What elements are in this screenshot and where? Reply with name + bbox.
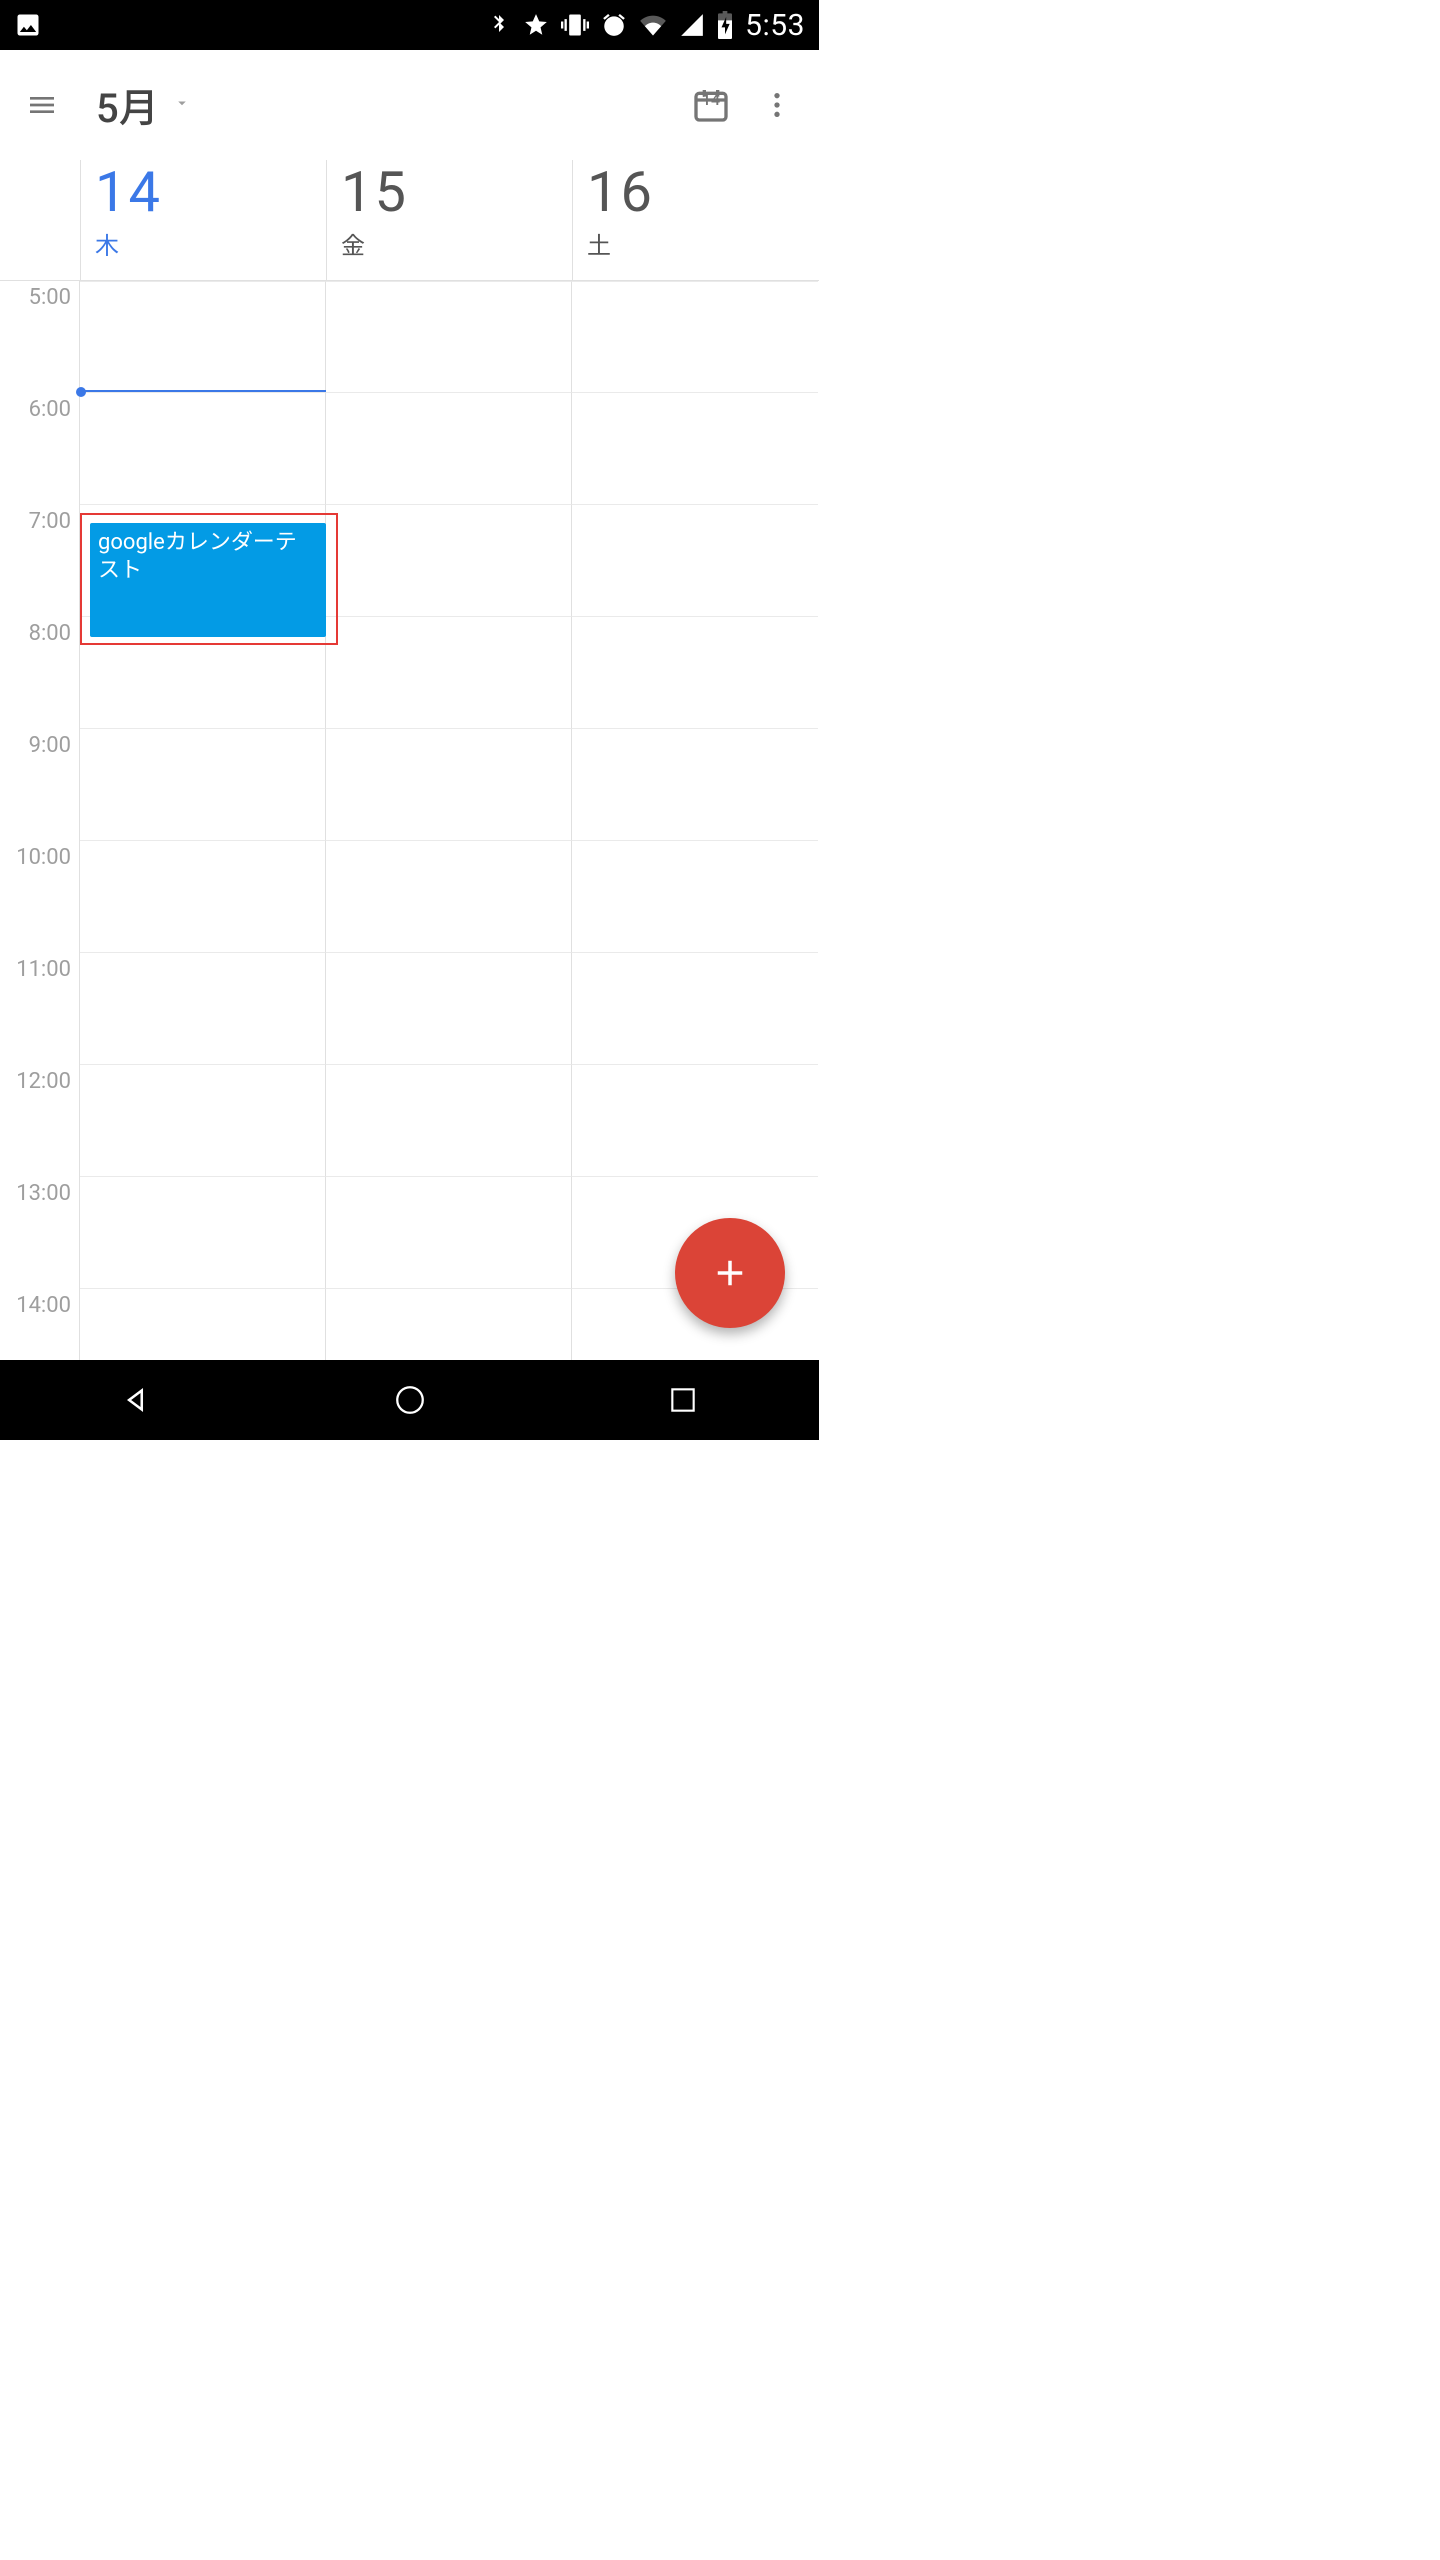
- hour-cell[interactable]: [326, 617, 572, 729]
- nav-recents-button[interactable]: [653, 1370, 713, 1430]
- battery-icon: [717, 11, 733, 39]
- day-header-row: 14 木 15 金 16 土: [0, 160, 819, 281]
- day-number: 16: [587, 164, 805, 220]
- vibrate-icon: [561, 11, 589, 39]
- hour-cell[interactable]: [572, 505, 818, 617]
- wifi-icon: [639, 11, 667, 39]
- day-number: 15: [341, 164, 558, 220]
- hour-cell[interactable]: [572, 729, 818, 841]
- hour-cell[interactable]: [80, 953, 326, 1065]
- overflow-menu-button[interactable]: [753, 81, 801, 129]
- status-clock: 5:53: [745, 8, 805, 43]
- alarm-icon: [601, 12, 627, 38]
- month-picker[interactable]: 5月: [96, 76, 191, 134]
- calendar-grid[interactable]: 5:006:007:008:009:0010:0011:0012:0013:00…: [0, 281, 819, 1361]
- day-header-16[interactable]: 16 土: [573, 160, 819, 280]
- nav-back-button[interactable]: [107, 1370, 167, 1430]
- hour-cell[interactable]: [326, 505, 572, 617]
- hour-label: 6:00: [0, 393, 80, 505]
- hour-cell[interactable]: [80, 281, 326, 393]
- hour-label: 7:00: [0, 505, 80, 617]
- day-number: 14: [95, 164, 312, 220]
- hour-cell[interactable]: [572, 841, 818, 953]
- hour-cell[interactable]: [326, 1065, 572, 1177]
- nav-home-button[interactable]: [380, 1370, 440, 1430]
- hour-row: 6:00: [0, 393, 819, 505]
- hour-row: 10:00: [0, 841, 819, 953]
- hour-cell[interactable]: [326, 729, 572, 841]
- hour-label: 14:00: [0, 1289, 80, 1361]
- create-event-fab[interactable]: [675, 1218, 785, 1328]
- jump-to-today-button[interactable]: 14: [687, 81, 735, 129]
- hour-cell[interactable]: [326, 1177, 572, 1289]
- hour-label: 9:00: [0, 729, 80, 841]
- bluetooth-icon: [487, 13, 511, 37]
- hour-cell[interactable]: [572, 393, 818, 505]
- hour-cell[interactable]: [326, 281, 572, 393]
- hour-label: 5:00: [0, 281, 80, 393]
- day-header-15[interactable]: 15 金: [327, 160, 573, 280]
- hour-cell[interactable]: [326, 1289, 572, 1361]
- dropdown-caret-icon: [173, 94, 191, 116]
- calendar-event[interactable]: googleカレンダーテスト: [90, 523, 326, 637]
- hour-cell[interactable]: [80, 1289, 326, 1361]
- hour-cell[interactable]: [80, 729, 326, 841]
- star-icon: [523, 12, 549, 38]
- status-picture-icon: [14, 11, 42, 39]
- hour-row: 5:00: [0, 281, 819, 393]
- hour-label: 8:00: [0, 617, 80, 729]
- app-bar: 5月 14: [0, 50, 819, 160]
- hour-label: 11:00: [0, 953, 80, 1065]
- current-time-indicator: [80, 390, 326, 392]
- hour-label: 12:00: [0, 1065, 80, 1177]
- hour-cell[interactable]: [80, 841, 326, 953]
- hour-cell[interactable]: [326, 841, 572, 953]
- hour-cell[interactable]: [80, 393, 326, 505]
- hour-cell[interactable]: [572, 281, 818, 393]
- hour-label: 13:00: [0, 1177, 80, 1289]
- cell-signal-icon: [679, 12, 705, 38]
- hour-cell[interactable]: [326, 953, 572, 1065]
- hour-cell[interactable]: [326, 393, 572, 505]
- today-date-badge: 14: [687, 90, 735, 109]
- time-gutter-header: [0, 160, 81, 280]
- hour-row: 9:00: [0, 729, 819, 841]
- day-of-week: 土: [587, 226, 805, 261]
- system-nav-bar: [0, 1360, 819, 1440]
- day-of-week: 金: [341, 226, 558, 261]
- month-label: 5月: [96, 76, 159, 134]
- day-header-14[interactable]: 14 木: [81, 160, 327, 280]
- hour-cell[interactable]: [572, 953, 818, 1065]
- hour-cell[interactable]: [80, 1177, 326, 1289]
- hour-row: 12:00: [0, 1065, 819, 1177]
- hour-cell[interactable]: [80, 1065, 326, 1177]
- hour-row: 11:00: [0, 953, 819, 1065]
- hour-cell[interactable]: [572, 617, 818, 729]
- hour-label: 10:00: [0, 841, 80, 953]
- hour-cell[interactable]: [572, 1065, 818, 1177]
- status-bar: 5:53: [0, 0, 819, 50]
- day-of-week: 木: [95, 226, 312, 261]
- menu-button[interactable]: [18, 81, 66, 129]
